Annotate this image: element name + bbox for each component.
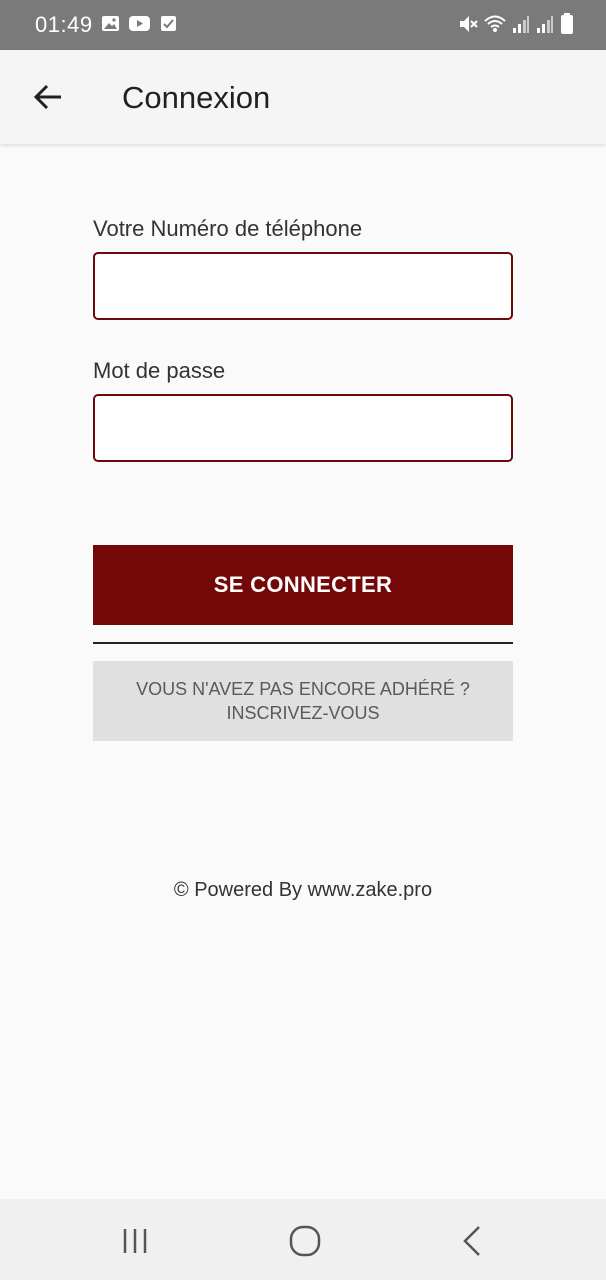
divider <box>93 642 513 644</box>
login-screen: 01:49 Connexion Votre Numéro de téléphon… <box>0 0 606 1280</box>
youtube-icon <box>129 16 150 31</box>
battery-icon <box>561 13 573 34</box>
register-button[interactable]: VOUS N'AVEZ PAS ENCORE ADHÉRÉ ? INSCRIVE… <box>93 661 513 741</box>
signal-icon <box>537 16 553 33</box>
wifi-icon <box>484 15 506 32</box>
home-icon <box>289 1225 321 1257</box>
register-button-line1: VOUS N'AVEZ PAS ENCORE ADHÉRÉ ? <box>136 679 470 699</box>
register-button-line2: INSCRIVEZ-VOUS <box>226 703 380 723</box>
status-time: 01:49 <box>35 12 93 37</box>
password-label: Mot de passe <box>93 358 226 383</box>
arrow-left-icon <box>33 84 61 110</box>
phone-input[interactable] <box>93 252 513 320</box>
mute-icon <box>460 16 478 32</box>
recent-apps-icon <box>123 1229 147 1253</box>
recent-apps-button[interactable] <box>113 1219 157 1263</box>
back-button[interactable] <box>28 77 68 117</box>
page-title: Connexion <box>122 80 271 115</box>
status-system-icons <box>458 13 574 35</box>
app-bar: Connexion <box>0 50 606 144</box>
password-input[interactable] <box>93 394 513 462</box>
powered-by-text: © Powered By www.zake.pro <box>173 879 433 901</box>
checkbox-icon <box>161 16 176 31</box>
nav-back-button[interactable] <box>450 1219 494 1263</box>
back-icon <box>463 1226 480 1256</box>
login-button-label: SE CONNECTER <box>213 572 393 597</box>
system-nav-bar <box>0 1199 606 1280</box>
image-icon <box>102 16 119 31</box>
status-bar: 01:49 <box>0 0 606 50</box>
home-button[interactable] <box>283 1219 327 1263</box>
signal-icon <box>513 16 529 33</box>
login-button[interactable]: SE CONNECTER <box>93 545 513 625</box>
phone-label: Votre Numéro de téléphone <box>93 216 363 241</box>
status-notification-icons <box>101 15 178 32</box>
